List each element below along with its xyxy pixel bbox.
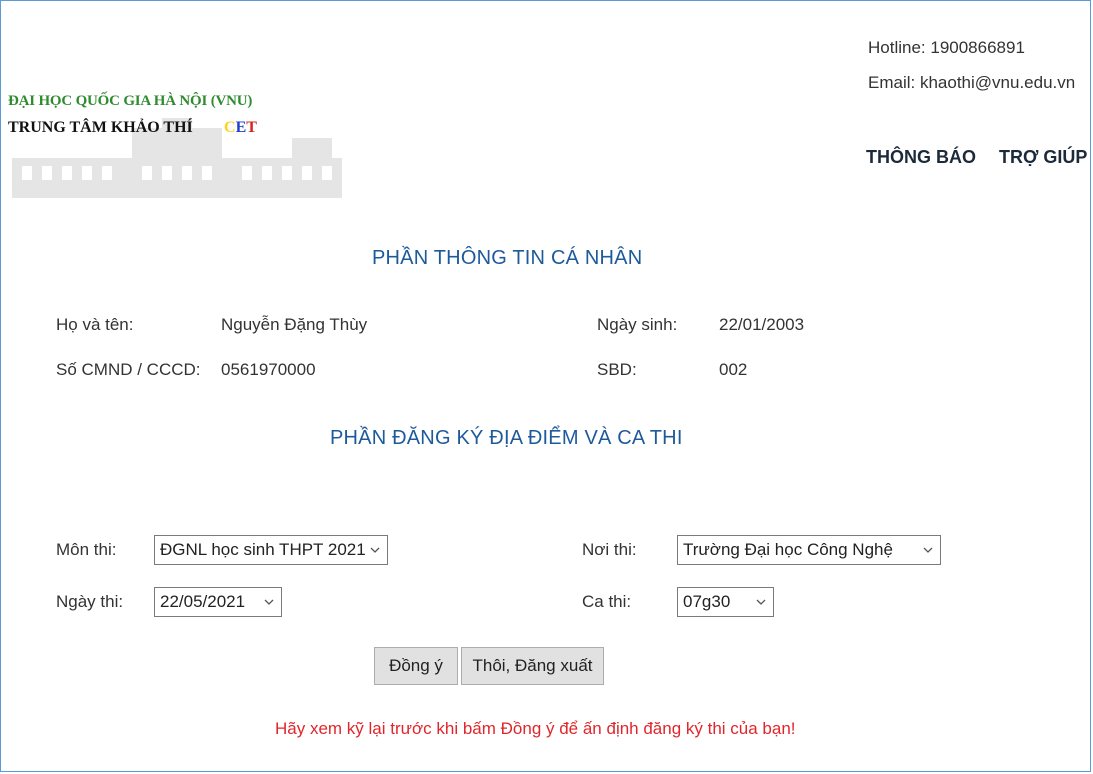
- exam-date-label: Ngày thi:: [56, 592, 124, 611]
- warning-message: Hãy xem kỹ lại trước khi bấm Đồng ý để ấ…: [275, 719, 796, 738]
- hotline-text: Hotline: 1900866891: [868, 38, 1025, 57]
- agree-button[interactable]: Đồng ý: [374, 647, 458, 685]
- id-number-value: 0561970000: [221, 360, 316, 379]
- subject-select[interactable]: ĐGNL học sinh THPT 2021: [154, 535, 388, 565]
- cet-letter-c: C: [224, 119, 236, 136]
- sbd-value: 002: [719, 360, 748, 379]
- id-number-label: Số CMND / CCCD:: [56, 360, 201, 379]
- cet-letter-t: T: [246, 119, 257, 136]
- chevron-down-icon: [369, 544, 381, 556]
- personal-info-title: PHẦN THÔNG TIN CÁ NHÂN: [372, 247, 643, 269]
- location-label: Nơi thi:: [582, 540, 637, 559]
- university-name: ĐẠI HỌC QUỐC GIA HÀ NỘI (VNU): [8, 93, 253, 109]
- full-name-value: Nguyễn Đặng Thùy: [221, 315, 368, 334]
- chevron-down-icon: [755, 596, 767, 608]
- nav-help-link[interactable]: TRỢ GIÚP: [999, 147, 1087, 168]
- email-text: Email: khaothi@vnu.edu.vn: [868, 73, 1076, 92]
- logout-button[interactable]: Thôi, Đăng xuất: [461, 647, 604, 685]
- location-select[interactable]: Trường Đại học Công Nghệ: [677, 535, 941, 565]
- exam-date-selected-value: 22/05/2021: [160, 592, 246, 611]
- session-select[interactable]: 07g30: [677, 587, 774, 617]
- chevron-down-icon: [922, 544, 934, 556]
- exam-date-select[interactable]: 22/05/2021: [154, 587, 282, 617]
- cet-logo: CET: [224, 119, 257, 137]
- dob-label: Ngày sinh:: [597, 315, 678, 334]
- chevron-down-icon: [263, 596, 275, 608]
- subject-selected-value: ĐGNL học sinh THPT 2021: [160, 540, 366, 559]
- center-name: TRUNG TÂM KHẢO THÍ: [8, 119, 193, 136]
- sbd-label: SBD:: [597, 360, 637, 379]
- full-name-label: Họ và tên:: [56, 315, 134, 334]
- session-label: Ca thi:: [582, 592, 632, 611]
- cet-letter-e: E: [235, 119, 247, 136]
- location-selected-value: Trường Đại học Công Nghệ: [683, 540, 893, 559]
- session-selected-value: 07g30: [683, 592, 731, 611]
- subject-label: Môn thi:: [56, 540, 117, 559]
- header: ĐẠI HỌC QUỐC GIA HÀ NỘI (VNU) TRUNG TÂM …: [0, 0, 1093, 200]
- registration-title: PHẦN ĐĂNG KÝ ĐỊA ĐIỂM VÀ CA THI: [330, 427, 683, 449]
- nav-announcements-link[interactable]: THÔNG BÁO: [866, 147, 976, 168]
- dob-value: 22/01/2003: [719, 315, 805, 334]
